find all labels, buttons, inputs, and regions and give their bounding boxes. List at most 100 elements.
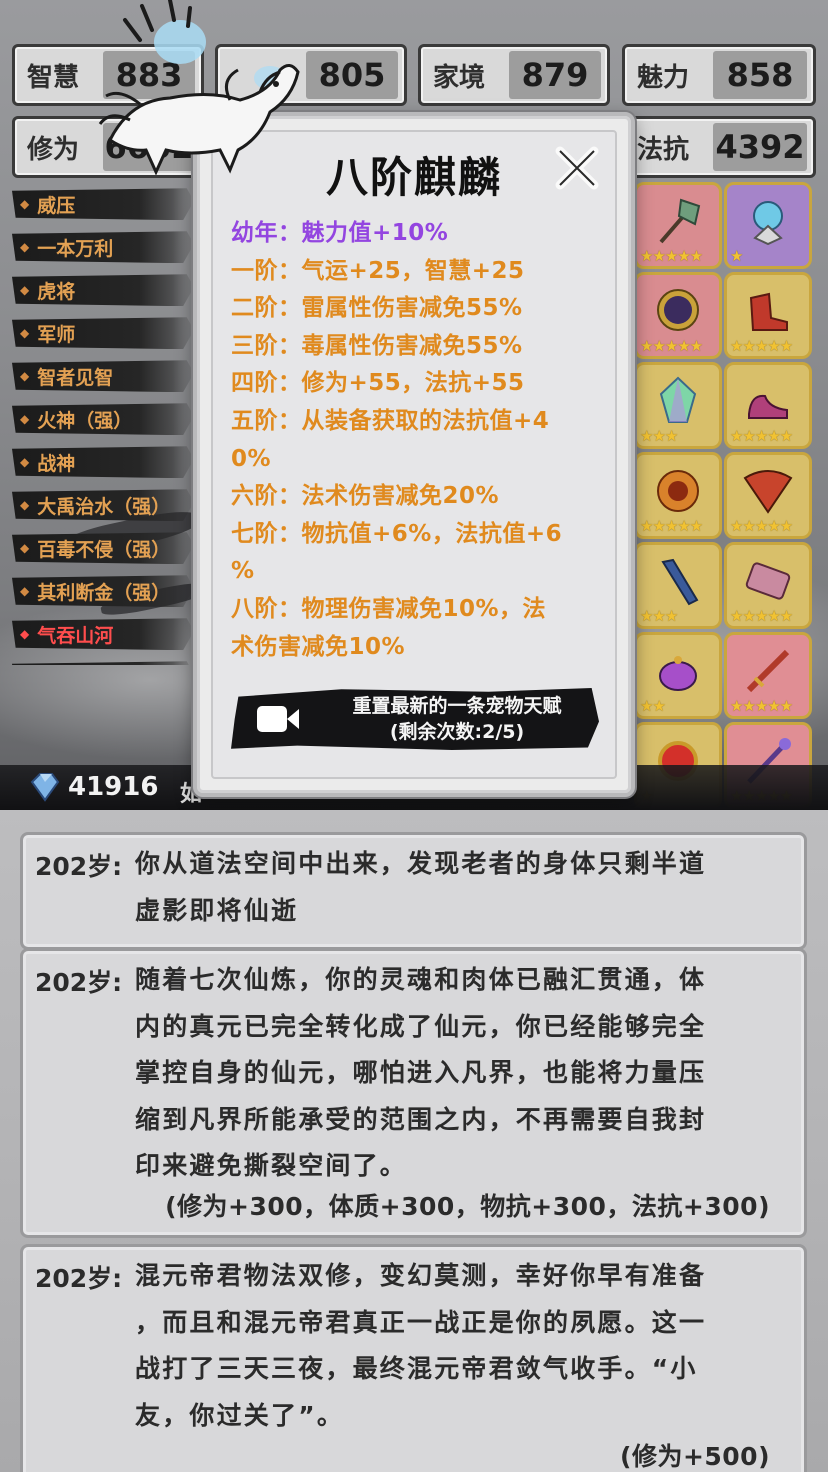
video-icon	[257, 706, 299, 732]
skill-item[interactable]: ◆ 火神（强）	[12, 398, 194, 441]
skill-item[interactable]: ◆ 战神	[12, 441, 194, 484]
item-slot-fire-ring[interactable]: ★★★★★	[634, 452, 722, 539]
skill-item[interactable]: ◆ 虎将	[12, 269, 194, 312]
skill-label: 气吞山河	[37, 624, 114, 647]
star-rating: ★★★★★	[730, 607, 793, 625]
diamond-icon: ◆	[20, 197, 30, 212]
axe-icon	[659, 198, 701, 243]
reset-talent-button[interactable]: 重置最新的一条宠物天赋 (剩余次数:2/5)	[231, 688, 599, 750]
log-text: 随着七次仙炼，你的灵魂和肉体已融汇贯通，体 内的真元已完全转化成了仙元，你已经能…	[135, 957, 786, 1190]
star-rating: ★★★★★	[730, 337, 793, 355]
skill-label: 百毒不侵（强）	[37, 538, 171, 561]
log-entry: 202岁: 混元帝君物法双修，变幻莫测，幸好你早有准备 ，而且和混元帝君真正一战…	[20, 1244, 807, 1472]
crystal-icon	[659, 376, 697, 423]
shoe-icon	[748, 394, 788, 419]
log-entry: 202岁: 你从道法空间中出来，发现老者的身体只剩半道 虚影即将仙逝	[20, 832, 807, 950]
diamond-icon: ◆	[20, 412, 30, 427]
stat-value: 879	[509, 51, 601, 99]
log-age: 202岁:	[35, 968, 123, 997]
skill-item[interactable]: ◆ 一本万利	[12, 226, 194, 269]
log-line: 随着七次仙炼，你的灵魂和肉体已融汇贯通，体	[135, 965, 707, 994]
log-line: 友，你过关了”。	[135, 1400, 345, 1430]
log-line: 你从道法空间中出来，发现老者的身体只剩半道	[135, 849, 707, 878]
star-rating: ★★★★★	[640, 517, 703, 535]
star-rating: ★★★★★	[730, 697, 793, 715]
diamond-icon: ◆	[20, 240, 30, 255]
talent-list: 幼年：魅力值+10% 一阶：气运+25，智慧+25 二阶：雷属性伤害减免55% …	[231, 215, 611, 666]
star-rating: ★★★	[640, 607, 678, 625]
item-slot-dark-mirror[interactable]: ★★★★★	[634, 272, 722, 359]
skill-item[interactable]: ◆ 大禹治水（强）	[12, 484, 194, 527]
log-line: ，而且和混元帝君真正一战正是你的夙愿。这一	[135, 1307, 707, 1337]
item-slot-crystal[interactable]: ★★★	[634, 362, 722, 449]
reset-remaining: (剩余次数:2/5)	[389, 721, 525, 743]
skill-item[interactable]: ◆ 威压	[12, 183, 194, 226]
talent-line: 术伤害减免10%	[231, 633, 406, 660]
skill-item[interactable]: ◆ 其利断金（强）	[12, 570, 194, 613]
boots-icon	[749, 292, 788, 331]
teapot-icon	[659, 655, 697, 691]
star-rating: ★★★★★	[640, 337, 703, 355]
talent-line: 七阶：物抗值+6%，法抗值+6	[231, 520, 563, 547]
stat-family: 家境 879	[418, 44, 610, 106]
skill-label: 火神（强）	[37, 409, 133, 432]
log-text: 混元帝君物法双修，变幻莫测，幸好你早有准备 ，而且和混元帝君真正一战正是你的夙愿…	[135, 1253, 786, 1439]
diamond-icon: ◆	[20, 541, 30, 556]
blade-icon	[661, 558, 699, 605]
log-line: 虚影即将仙逝	[135, 895, 299, 925]
talent-line: 三阶：毒属性伤害减免55%	[231, 332, 523, 359]
star-rating: ★★★★★	[640, 247, 703, 265]
star-rating: ★	[730, 247, 743, 265]
close-icon	[555, 146, 599, 190]
log-line: 内的真元已完全转化成了仙元，你已经能够完全	[135, 1011, 707, 1041]
log-bonus: (修为+500)	[620, 1442, 770, 1471]
item-slot-red-boots[interactable]: ★★★★★	[724, 272, 812, 359]
talent-line: 四阶：修为+55，法抗+55	[231, 370, 525, 397]
pet-talent-dialog: 八阶麒麟 幼年：魅力值+10% 一阶：气运+25，智慧+25 二阶：雷属性伤害减…	[193, 112, 635, 797]
log-line: 印来避免撕裂空间了。	[135, 1151, 408, 1180]
skill-label: 军师	[37, 323, 76, 346]
gem-count-value: 41916	[68, 772, 159, 802]
reset-button-text: 重置最新的一条宠物天赋 (剩余次数:2/5)	[315, 693, 599, 745]
item-slot-blue-orb[interactable]: ★	[724, 182, 812, 269]
item-slot-red-sword[interactable]: ★★★★★	[724, 632, 812, 719]
scroll-icon	[745, 562, 791, 600]
talent-line: 五阶：从装备获取的法抗值+4	[231, 407, 550, 434]
log-entry: 202岁: 随着七次仙炼，你的灵魂和肉体已融汇贯通，体 内的真元已完全转化成了仙…	[20, 948, 807, 1238]
diamond-icon: ◆	[20, 627, 30, 642]
item-slot-blue-blade[interactable]: ★★★	[634, 542, 722, 629]
gem-counter: 41916	[28, 772, 158, 802]
stat-label: 家境	[433, 62, 486, 93]
item-slot-teapot[interactable]: ★★	[634, 632, 722, 719]
item-slot-green-axe[interactable]: ★★★★★	[634, 182, 722, 269]
talent-line: 幼年：魅力值+10%	[231, 220, 449, 246]
item-slot-red-fan[interactable]: ★★★★★	[724, 452, 812, 539]
talent-line: 六阶：法术伤害减免20%	[231, 483, 500, 510]
close-button[interactable]	[549, 140, 605, 196]
equipment-grid: ★★★★★ ★ ★★★★★ ★★★★★ ★★★ ★★★★★ ★★★★★ ★★★★…	[634, 182, 814, 809]
skill-list[interactable]: ◆ 威压 ◆ 一本万利 ◆ 虎将 ◆ 军师 ◆ 智者见智 ◆ 火神（强） ◆ 战神 ◆ 大禹治水…	[12, 183, 194, 665]
talent-line: 八阶：物理伤害减免10%，法	[231, 595, 547, 622]
item-slot-pink-shoe[interactable]: ★★★★★	[724, 362, 812, 449]
fan-icon	[743, 469, 793, 514]
skill-label: 其利断金（强）	[37, 581, 171, 604]
item-slot-scroll[interactable]: ★★★★★	[724, 542, 812, 629]
event-log[interactable]: 202岁: 你从道法空间中出来，发现老者的身体只剩半道 虚影即将仙逝 202岁:…	[0, 810, 828, 1472]
skill-label: 大禹治水（强）	[37, 495, 171, 518]
stat-value: 858	[713, 51, 807, 99]
diamond-icon: ◆	[20, 455, 30, 470]
log-line: 掌控自身的仙元，哪怕进入凡界，也能将力量压	[135, 1058, 707, 1087]
reset-label: 重置最新的一条宠物天赋	[352, 695, 562, 717]
star-rating: ★★★	[640, 427, 678, 445]
diamond-icon: ◆	[20, 369, 30, 384]
log-age: 202岁:	[35, 1264, 123, 1293]
skill-item[interactable]: ◆ 百毒不侵（强）	[12, 527, 194, 570]
skill-item-partial[interactable]	[12, 656, 194, 665]
diamond-icon: ◆	[20, 283, 30, 298]
skill-item[interactable]: ◆ 智者见智	[12, 355, 194, 398]
star-rating: ★★★★★	[730, 517, 793, 535]
star-rating: ★★★★★	[730, 427, 793, 445]
mirror-icon	[657, 288, 699, 331]
skill-item[interactable]: ◆ 气吞山河	[12, 613, 194, 656]
skill-item[interactable]: ◆ 军师	[12, 312, 194, 355]
